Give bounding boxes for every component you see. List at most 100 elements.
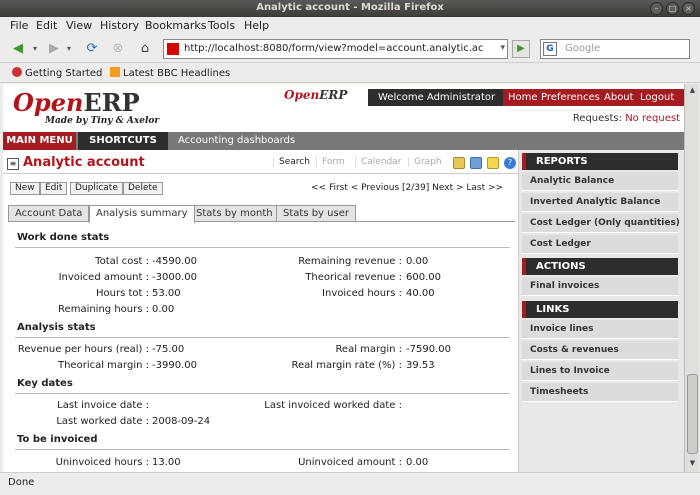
stop-icon[interactable]: ⊗ [108, 39, 128, 59]
logo-tagline: Made by Tiny & Axelor [45, 116, 160, 126]
edit-button[interactable]: Edit [40, 182, 68, 195]
page-content: OpenERP Made by Tiny & Axelor OpenERP We… [3, 84, 684, 472]
report-cost-ledger[interactable]: Cost Ledger [522, 235, 678, 254]
link-timesheets[interactable]: Timesheets [522, 383, 678, 402]
real-margin-label: Real margin : [335, 344, 402, 355]
section-analysis-title: Analysis stats [17, 322, 96, 333]
real-margin-rate-value: 39.53 [406, 360, 435, 371]
scrollbar-thumb[interactable] [687, 374, 698, 454]
section-to-be-invoiced-title: To be invoiced [17, 434, 98, 445]
link-lines-to-invoice[interactable]: Lines to Invoice [522, 362, 678, 381]
link-invoice-lines[interactable]: Invoice lines [522, 320, 678, 339]
back-history-dropdown-icon[interactable]: ▾ [30, 39, 40, 59]
window-titlebar: Analytic account - Mozilla Firefox – □ × [0, 0, 700, 17]
url-history-dropdown-icon[interactable]: ▾ [500, 43, 505, 53]
new-button[interactable]: New [10, 182, 40, 195]
link-costs-revenues[interactable]: Costs & revenues [522, 341, 678, 360]
menu-bar: File Edit View History Bookmarks Tools H… [0, 17, 700, 35]
calendar-view-button[interactable]: Calendar [355, 157, 406, 167]
invoiced-amount-label: Invoiced amount : [58, 272, 149, 283]
section-divider [15, 449, 510, 450]
report-inverted-analytic-balance[interactable]: Inverted Analytic Balance [522, 193, 678, 212]
site-favicon-icon [167, 43, 179, 55]
status-bar: Done [0, 472, 700, 495]
welcome-text: Welcome Administrator [378, 92, 496, 103]
help-icon[interactable]: ? [504, 157, 516, 169]
page-title: Analytic account [23, 155, 145, 170]
report-cost-ledger-quantities[interactable]: Cost Ledger (Only quantities) [522, 214, 680, 233]
search-view-button[interactable]: Search [273, 157, 315, 167]
bookmark-bbc-headlines[interactable]: Latest BBC Headlines [110, 67, 230, 79]
small-logo-open: Open [284, 88, 320, 102]
theorical-margin-label: Theorical margin : [57, 360, 149, 371]
total-cost-label: Total cost : [95, 256, 149, 267]
total-cost-value: -4590.00 [152, 256, 197, 267]
hours-tot-label: Hours tot : [96, 288, 149, 299]
bookmark-label: Latest BBC Headlines [123, 68, 231, 79]
action-final-invoices[interactable]: Final invoices [522, 277, 678, 296]
section-work-done-title: Work done stats [17, 232, 110, 243]
requests-status: Requests: No request [573, 113, 680, 124]
logout-link[interactable]: Logout [640, 92, 674, 103]
real-margin-rate-label: Real margin rate (%) : [291, 360, 402, 371]
minimize-button[interactable]: – [650, 2, 663, 15]
forward-history-dropdown-icon[interactable]: ▾ [64, 39, 74, 59]
record-pager[interactable]: << First < Previous [2/39] Next > Last >… [311, 183, 503, 193]
last-invoice-date-label: Last invoice date : [57, 400, 149, 411]
back-arrow-icon[interactable]: ◀ [8, 39, 28, 59]
logo-open: Open [13, 88, 84, 117]
shortcuts-button[interactable]: SHORTCUTS [78, 132, 168, 150]
tab-stats-by-user[interactable]: Stats by user [276, 205, 356, 222]
top-links: Home Preferences About Logout [503, 89, 684, 106]
main-menu-button[interactable]: MAIN MENU [3, 132, 76, 150]
go-button[interactable]: ▶ [512, 40, 530, 58]
menu-file[interactable]: File [10, 19, 28, 32]
invoiced-amount-value: -3000.00 [152, 272, 197, 283]
form-view-button[interactable]: Form [316, 157, 350, 167]
tab-account-data[interactable]: Account Data [8, 205, 90, 222]
url-text: http://localhost:8080/form/view?model=ac… [184, 43, 484, 54]
report-analytic-balance[interactable]: Analytic Balance [522, 172, 678, 191]
google-engine-icon[interactable]: G [543, 42, 557, 56]
menu-bookmarks[interactable]: Bookmarks [145, 19, 206, 32]
maximize-button[interactable]: □ [666, 2, 679, 15]
bookmark-getting-started[interactable]: Getting Started [12, 67, 102, 79]
graph-view-button[interactable]: Graph [408, 157, 447, 167]
requests-link[interactable]: No request [625, 113, 680, 124]
scroll-down-icon[interactable]: ▼ [687, 459, 698, 470]
theorical-margin-value: -3990.00 [152, 360, 197, 371]
real-margin-value: -7590.00 [406, 344, 451, 355]
last-worked-date-value: 2008-09-24 [152, 416, 211, 427]
menu-history[interactable]: History [100, 19, 139, 32]
remaining-revenue-value: 0.00 [406, 256, 429, 267]
menu-tools[interactable]: Tools [208, 19, 235, 32]
page-header: ≡ Analytic account Search Form Calendar … [3, 154, 518, 174]
home-link[interactable]: Home [508, 92, 538, 103]
home-icon[interactable]: ⌂ [135, 39, 155, 59]
menu-help[interactable]: Help [244, 19, 269, 32]
preferences-link[interactable]: Preferences [541, 92, 600, 103]
url-bar[interactable]: http://localhost:8080/form/view?model=ac… [163, 39, 508, 59]
scroll-up-icon[interactable]: ▲ [687, 86, 698, 97]
uninvoiced-hours-label: Uninvoiced hours : [55, 457, 149, 468]
tab-analysis-summary[interactable]: Analysis summary [89, 205, 195, 223]
forward-arrow-icon[interactable]: ▶ [44, 39, 64, 59]
about-link[interactable]: About [604, 92, 634, 103]
menu-view[interactable]: View [66, 19, 92, 32]
translate-icon[interactable] [470, 157, 482, 169]
reload-icon[interactable]: ⟳ [82, 39, 102, 59]
duplicate-button[interactable]: Duplicate [70, 182, 123, 195]
notes-icon[interactable] [453, 157, 465, 169]
menu-edit[interactable]: Edit [36, 19, 57, 32]
search-input[interactable]: G Google [540, 39, 690, 59]
tab-stats-by-month[interactable]: Stats by month [189, 205, 280, 222]
customize-icon[interactable] [487, 157, 499, 169]
vertical-scrollbar[interactable]: ▲ ▼ [684, 84, 699, 472]
theorical-revenue-value: 600.00 [406, 272, 441, 283]
invoiced-hours-value: 40.00 [406, 288, 435, 299]
accounting-dashboards-link[interactable]: Accounting dashboards [178, 135, 295, 146]
openerp-logo: OpenERP Made by Tiny & Axelor [13, 88, 159, 126]
delete-button[interactable]: Delete [123, 182, 163, 195]
close-button[interactable]: × [682, 2, 695, 15]
rss-feed-icon [110, 67, 120, 77]
